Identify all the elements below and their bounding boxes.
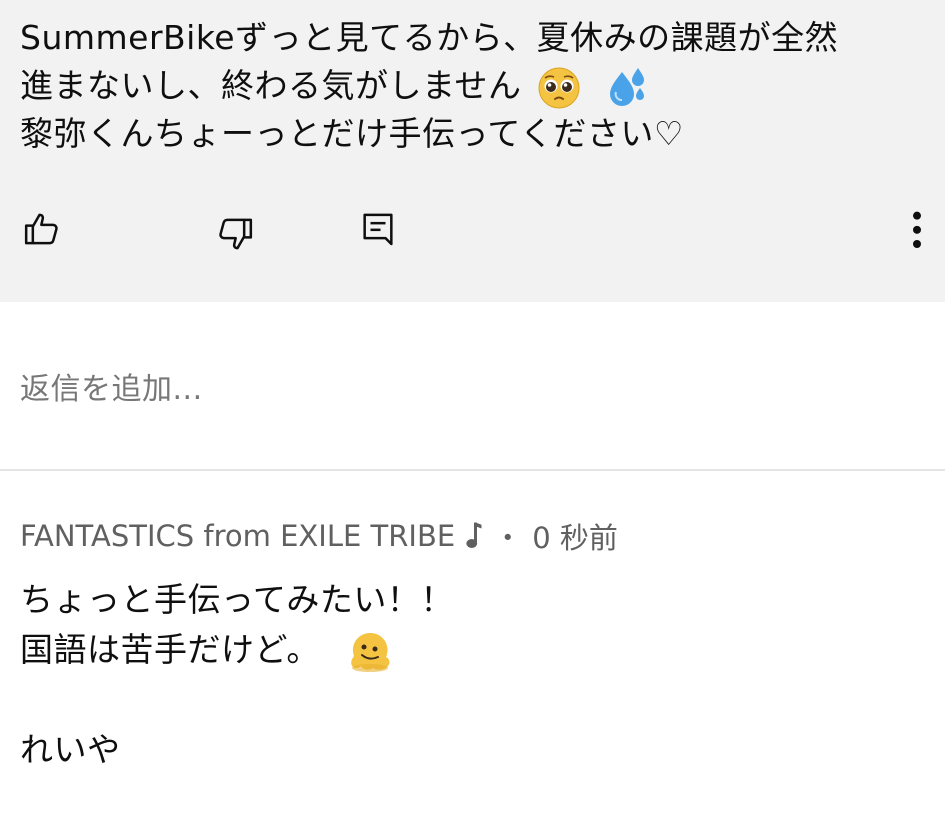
comment-icon [363,213,393,246]
comment-line-2-text: 進まないし、終わる気がしません [20,66,522,105]
comment-card: SummerBikeずっと見てるから、夏休みの課題が全然 進まないし、終わる気が… [0,0,945,302]
comment-text: SummerBikeずっと見てるから、夏休みの課題が全然 進まないし、終わる気が… [20,14,930,158]
melting-face-icon [351,632,390,672]
pleading-face-icon [538,67,580,108]
reply-button[interactable] [354,205,402,253]
reply-meta: FANTASTICS from EXILE TRIBE ・ 0 秒前 [20,515,618,557]
reply-timestamp: 0 秒前 [532,521,618,555]
reply-line-1: ちょっと手伝ってみたい！！ [20,580,454,619]
reply-author[interactable]: FANTASTICS from EXILE TRIBE [20,519,455,553]
dislike-button[interactable] [211,210,259,258]
reply-line-2: 国語は苦手だけど。 [20,625,454,675]
reply-input[interactable]: 返信を追加... [20,364,203,408]
reply-body: ちょっと手伝ってみたい！！ 国語は苦手だけど。 れいや [20,575,454,775]
comment-line-2: 進まないし、終わる気がしません [20,62,930,110]
like-button[interactable] [18,205,66,253]
sweat-droplets-icon [609,67,644,106]
thumbs-up-icon [24,213,58,245]
more-options-button[interactable] [893,205,941,253]
thumbs-down-icon [219,218,253,250]
reply-line-2-text: 国語は苦手だけど。 [20,630,320,669]
comment-line-3: 黎弥くんちょーっとだけ手伝ってください♡ [20,114,684,153]
meta-separator: ・ [493,521,523,555]
comment-line-1: SummerBikeずっと見てるから、夏休みの課題が全然 [20,18,839,57]
music-note-icon [466,522,482,548]
reply-signature: れいや [20,730,121,769]
divider [0,469,945,471]
reply-line-3 [20,675,454,725]
more-vertical-icon [913,211,921,248]
